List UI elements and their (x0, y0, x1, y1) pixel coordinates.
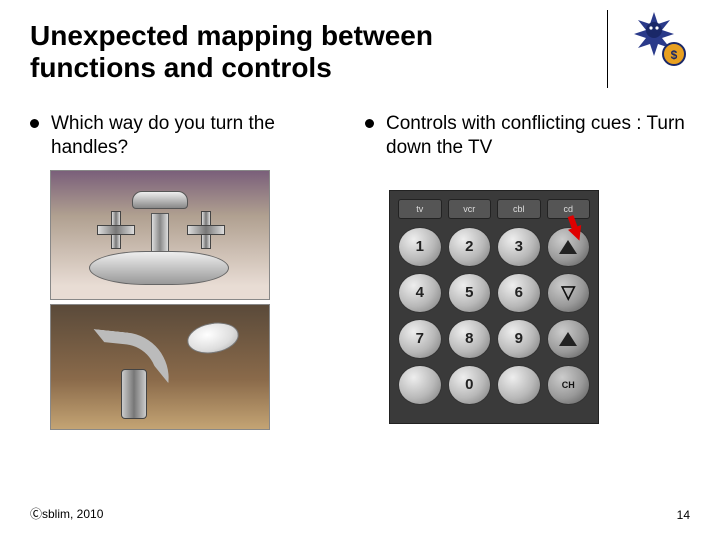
remote-key (497, 365, 541, 405)
remote-control-image: tv vcr cbl cd 1 2 3 4 5 6 ▽ 7 8 9 (389, 190, 599, 424)
remote-key: 8 (448, 319, 492, 359)
header-divider (607, 10, 608, 88)
left-images (50, 170, 355, 430)
right-column: Controls with conflicting cues : Turn do… (365, 112, 690, 430)
page-number: 14 (677, 508, 690, 522)
remote-key: 5 (448, 273, 492, 313)
bullet-item: Which way do you turn the handles? (30, 112, 355, 160)
remote-key: 6 (497, 273, 541, 313)
remote-channel-down: CH (547, 365, 591, 405)
remote-volume-down: ▽ (547, 273, 591, 313)
remote-key: 0 (448, 365, 492, 405)
remote-tab: vcr (448, 199, 492, 219)
remote-key (398, 365, 442, 405)
remote-key: 1 (398, 227, 442, 267)
remote-channel-up (547, 319, 591, 359)
bullet-text-left: Which way do you turn the handles? (51, 112, 355, 160)
logo-icon: $ (622, 8, 686, 72)
remote-key: 2 (448, 227, 492, 267)
faucet-two-handle-image (50, 170, 270, 300)
faucet-single-handle-image (50, 304, 270, 430)
left-column: Which way do you turn the handles? (30, 112, 355, 430)
remote-tab: cbl (497, 199, 541, 219)
copyright-footer: Ⓒsblim, 2010 (30, 505, 103, 522)
bullet-icon (30, 119, 39, 128)
content-columns: Which way do you turn the handles? (30, 112, 690, 430)
remote-key: 4 (398, 273, 442, 313)
bullet-text-right: Controls with conflicting cues : Turn do… (386, 112, 690, 160)
remote-keypad: 1 2 3 4 5 6 ▽ 7 8 9 0 CH (398, 227, 590, 405)
bullet-item: Controls with conflicting cues : Turn do… (365, 112, 690, 160)
remote-key: 9 (497, 319, 541, 359)
remote-key: 3 (497, 227, 541, 267)
remote-key: 7 (398, 319, 442, 359)
slide: $ Unexpected mapping between functions a… (0, 0, 720, 540)
bullet-icon (365, 119, 374, 128)
remote-mode-row: tv vcr cbl cd (398, 199, 590, 219)
remote-tab: tv (398, 199, 442, 219)
svg-text:$: $ (671, 48, 678, 62)
slide-title: Unexpected mapping between functions and… (30, 20, 500, 84)
